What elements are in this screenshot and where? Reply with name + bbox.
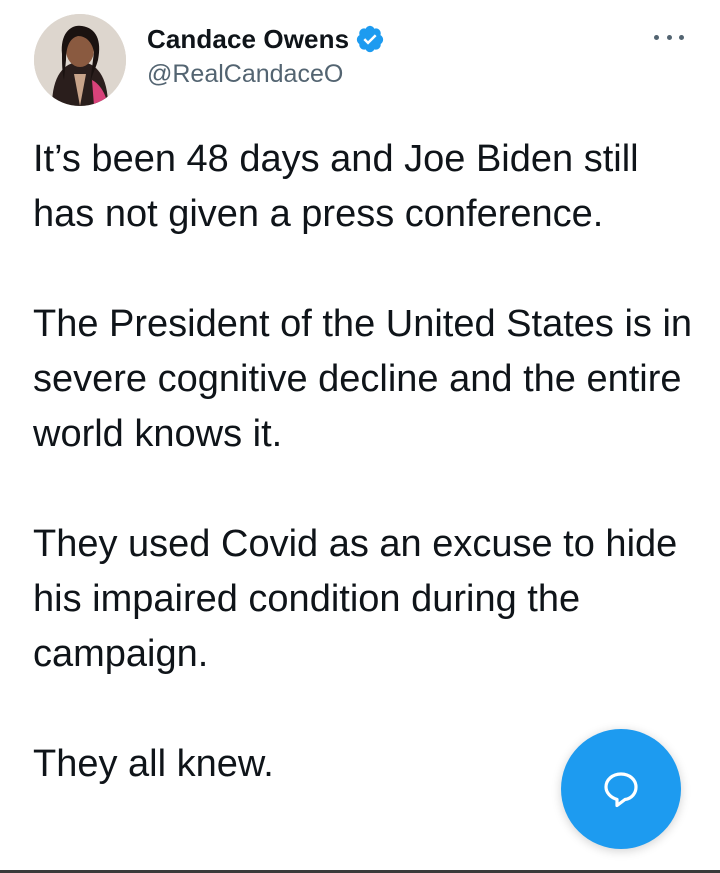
display-name[interactable]: Candace Owens [147,24,349,55]
more-options-icon[interactable] [652,22,686,52]
author-names: Candace Owens @RealCandaceO [147,22,385,89]
tweet-screen: Candace Owens @RealCandaceO It’s been 48… [0,0,720,873]
reply-bubble-icon [604,772,638,808]
reply-button[interactable] [561,729,681,849]
dot [679,34,684,40]
verified-badge-icon [357,25,384,53]
display-name-row: Candace Owens [147,22,385,56]
tweet-paragraph: They used Covid as an excuse to hide his… [33,523,678,675]
tweet-paragraph: The President of the United States is in… [33,303,693,455]
dot [654,34,659,40]
tweet-header: Candace Owens @RealCandaceO [34,14,720,106]
profile-photo [34,14,126,106]
tweet-paragraph: It’s been 48 days and Joe Biden still ha… [33,138,639,235]
dot [666,34,672,40]
avatar[interactable] [34,14,126,106]
author-handle[interactable]: @RealCandaceO [147,60,385,89]
